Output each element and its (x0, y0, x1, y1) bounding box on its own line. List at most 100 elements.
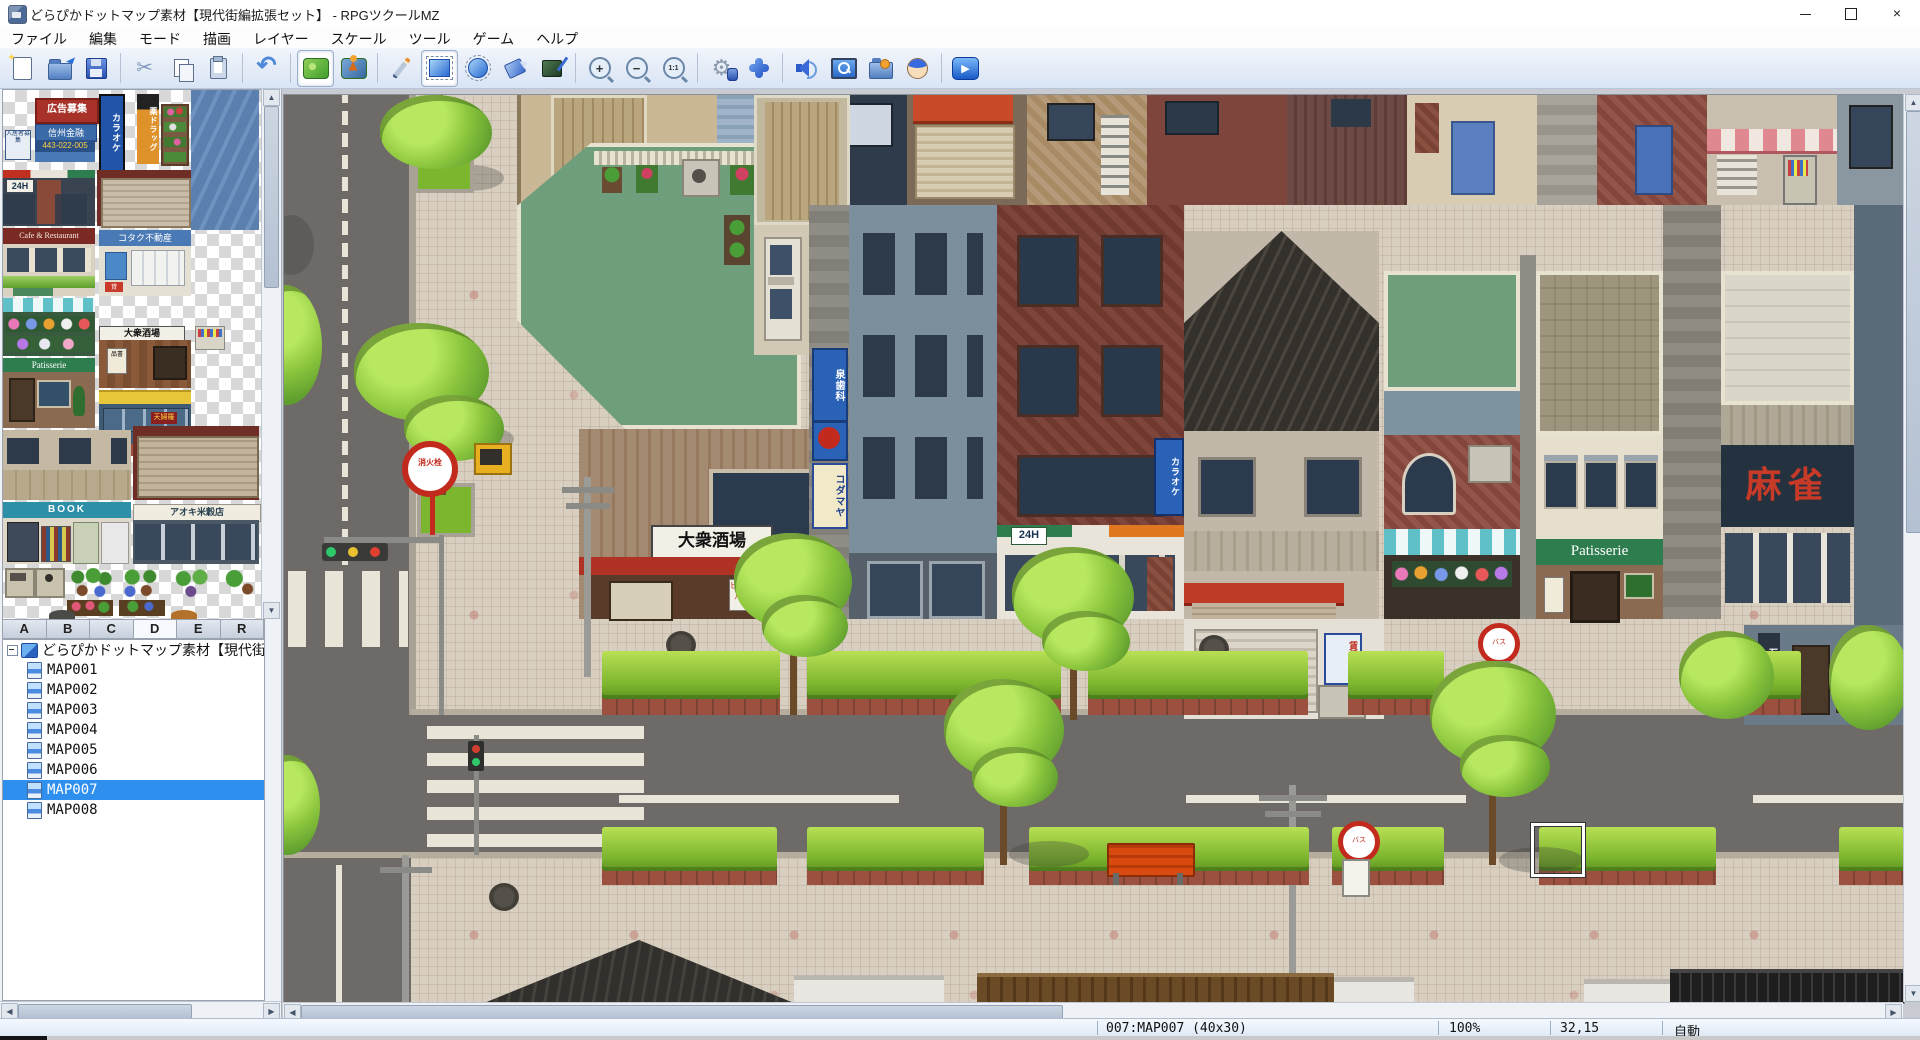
map-mode-button[interactable] (297, 50, 334, 87)
palette-tile-shutter-building[interactable] (97, 170, 191, 226)
tree-scroll-thumb[interactable] (18, 1004, 192, 1019)
palette-tile-potted-plants[interactable] (119, 568, 163, 598)
palette-tile-blue-tarp-roof[interactable] (191, 90, 259, 230)
palette-tile-flower-rack[interactable] (161, 104, 189, 166)
map-building-brick-arch (1384, 435, 1520, 529)
save-project-button[interactable] (79, 51, 114, 86)
new-project-button[interactable] (5, 51, 40, 86)
map-notice-board (474, 443, 512, 475)
flood-fill-tool-button[interactable] (497, 51, 532, 86)
open-project-button[interactable] (42, 51, 77, 86)
tab-r[interactable]: R (221, 620, 265, 638)
scroll-up-arrow[interactable]: ▲ (1905, 94, 1920, 111)
tab-c[interactable]: C (90, 620, 134, 638)
palette-tile-book-sign[interactable]: BOOK (3, 502, 131, 518)
sound-test-button[interactable] (789, 51, 824, 86)
tree-item-map007-selected[interactable]: MAP007 (3, 780, 264, 800)
resource-manager-button[interactable] (863, 51, 898, 86)
palette-vertical-scrollbar[interactable]: ▲ ▼ (261, 89, 279, 619)
palette-tile[interactable] (35, 152, 95, 162)
palette-tile-tavern-front[interactable]: 品書 (99, 340, 191, 388)
tree-item-map003[interactable]: MAP003 (3, 700, 264, 720)
palette-tile-facade[interactable] (3, 430, 131, 500)
palette-scroll-thumb[interactable] (264, 106, 279, 288)
tab-d[interactable]: D (134, 620, 178, 638)
palette-tile-planter-box[interactable] (119, 600, 165, 616)
collapse-icon[interactable] (7, 645, 18, 656)
scroll-up-arrow[interactable]: ▲ (263, 89, 280, 106)
tree-item-map001[interactable]: MAP001 (3, 660, 264, 680)
cut-button[interactable]: ✂ (127, 51, 162, 86)
palette-tile-tenant-sign[interactable]: 入居者募集 (5, 130, 31, 160)
taskbar-sliver (0, 1036, 1920, 1040)
palette-tile-phone-sign[interactable]: 443-022-005 (35, 140, 95, 152)
palette-tile-potted-plants[interactable] (221, 568, 259, 598)
palette-tile-karaoke-sign[interactable]: カラオケ (99, 94, 125, 172)
palette-tile-counter[interactable] (5, 568, 35, 598)
copy-button[interactable] (164, 51, 199, 86)
plugin-manager-button[interactable] (741, 51, 776, 86)
tree-item-map005[interactable]: MAP005 (3, 740, 264, 760)
palette-tile-drug-sign[interactable]: 薬ドラッグ (137, 94, 159, 164)
palette-tile-book-front[interactable] (3, 518, 131, 564)
ellipse-select-icon (468, 58, 488, 78)
close-button[interactable]: × (1874, 0, 1920, 27)
zoom-in-button[interactable]: + (582, 51, 617, 86)
palette-tile-rice-front[interactable] (133, 520, 259, 564)
shadow-pen-tool-button[interactable] (534, 51, 569, 86)
map-sign-mitoya (812, 421, 848, 461)
tree-root-project[interactable]: どらぴかドットマップ素材【現代街編拡張セット】 (3, 640, 264, 660)
rectangle-tool-button[interactable] (421, 50, 458, 87)
palette-tile-potted-plants[interactable] (171, 568, 215, 598)
database-button[interactable]: ⚙ (704, 51, 739, 86)
palette-tile-patisserie-front[interactable] (3, 372, 95, 428)
ellipse-tool-button[interactable] (460, 51, 495, 86)
scroll-down-arrow[interactable]: ▼ (1905, 985, 1920, 1002)
pencil-tool-button[interactable] (384, 51, 419, 86)
tree-item-map008[interactable]: MAP008 (3, 800, 264, 820)
tab-a[interactable]: A (3, 620, 47, 638)
map-canvas[interactable]: 大衆酒場 ビール 泉歯科 コダマヤ (283, 94, 1905, 1004)
event-mode-button[interactable] (336, 51, 371, 86)
palette-tile-flower-boxes[interactable] (3, 312, 95, 356)
play-test-button[interactable]: ▶ (948, 51, 983, 86)
map-building-gabled (1184, 231, 1379, 619)
minimize-button[interactable] (1782, 0, 1828, 27)
toolbar-separator (377, 53, 378, 83)
palette-tile-big-shutter[interactable] (133, 426, 259, 500)
palette-tile-potted-plants[interactable] (69, 568, 113, 598)
tree-item-map002[interactable]: MAP002 (3, 680, 264, 700)
canvas-vscroll-thumb[interactable] (1906, 111, 1920, 533)
map-sign-mahjong: 麻雀 (1721, 445, 1854, 527)
map-manhole (489, 883, 519, 911)
zoom-out-button[interactable]: − (619, 51, 654, 86)
event-searcher-button[interactable] (826, 51, 861, 86)
palette-tile-ad-sign[interactable]: 広告募集 (35, 98, 99, 124)
palette-tile-counter[interactable] (35, 568, 65, 598)
palette-tile-cafe-front[interactable] (3, 244, 95, 296)
toolbar-separator (120, 53, 121, 83)
scroll-down-arrow[interactable]: ▼ (263, 602, 280, 619)
tab-b[interactable]: B (47, 620, 91, 638)
tree-item-map006[interactable]: MAP006 (3, 760, 264, 780)
map-selection-cursor[interactable] (1531, 823, 1585, 877)
maximize-button[interactable] (1828, 0, 1874, 27)
palette-tile-cafe-sign[interactable]: Cafe & Restaurant (3, 228, 95, 244)
tree-item-map004[interactable]: MAP004 (3, 720, 264, 740)
palette-tile-realty-front[interactable]: 貸 (99, 246, 191, 296)
paste-button[interactable] (201, 51, 236, 86)
map-tree-canopy (1042, 611, 1130, 671)
map-traffic-light (322, 543, 388, 561)
palette-tile-striped-awning[interactable] (3, 298, 95, 312)
palette-tile-patisserie-sign[interactable]: Patisserie (3, 358, 95, 372)
canvas-vertical-scrollbar[interactable]: ▲ ▼ (1903, 94, 1920, 1002)
character-generator-button[interactable] (900, 51, 935, 86)
tab-e[interactable]: E (177, 620, 221, 638)
actual-size-button[interactable]: 1:1 (656, 51, 691, 86)
undo-button[interactable]: ↶ (249, 51, 284, 86)
tree-horizontal-scrollbar[interactable]: ◀ ▶ (0, 1001, 281, 1019)
palette-tile-vending[interactable] (195, 326, 225, 350)
tileset-palette[interactable]: 広告募集 信州金融 443-022-005 入居者募集 カラオケ 薬ドラッグ 2… (2, 89, 262, 621)
palette-tile-convenience-store[interactable]: 24H (3, 170, 95, 226)
palette-tile-realty-sign[interactable]: コタク不動産 (99, 230, 191, 246)
